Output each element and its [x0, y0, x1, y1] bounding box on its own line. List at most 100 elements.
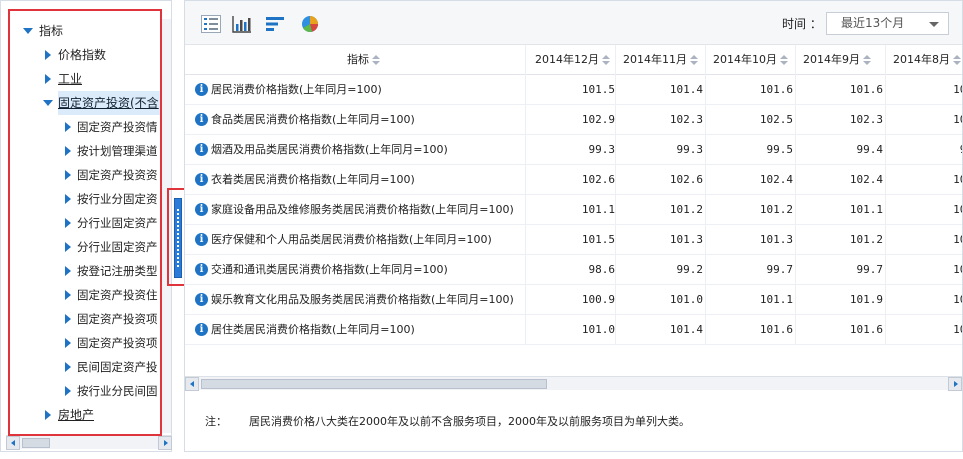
expanded-arrow-icon[interactable] — [23, 19, 33, 43]
note-label: 注： — [205, 415, 227, 428]
tree-item[interactable]: 房地产 — [1, 403, 161, 427]
collapsed-arrow-icon[interactable] — [43, 67, 53, 91]
table-cell-value: 99.3 — [676, 143, 704, 156]
info-icon[interactable]: i — [195, 143, 208, 156]
collapsed-arrow-icon[interactable] — [63, 115, 73, 139]
scroll-left-icon[interactable] — [6, 436, 20, 450]
scroll-thumb[interactable] — [201, 379, 547, 389]
collapsed-arrow-icon[interactable] — [63, 355, 73, 379]
tree-item[interactable]: 固定资产投资项 — [1, 331, 161, 355]
collapsed-arrow-icon[interactable] — [43, 403, 53, 427]
collapsed-arrow-icon[interactable] — [63, 211, 73, 235]
tree-item[interactable]: 指标 — [1, 19, 161, 43]
table-cell-value: 99.7 — [766, 263, 794, 276]
table-cell-value: 102.9 — [581, 113, 615, 126]
collapsed-arrow-icon[interactable] — [63, 139, 73, 163]
collapsed-arrow-icon[interactable] — [63, 259, 73, 283]
tree-vertical-scrollbar[interactable] — [162, 19, 171, 433]
table-cell-value: 99.5 — [766, 143, 794, 156]
horizontal-bar-icon[interactable] — [265, 15, 285, 33]
collapsed-arrow-icon[interactable] — [63, 331, 73, 355]
table-header-row: 指标 2014年12月 2014年11月 2014年10月 2014年9月 2014年8月 — [185, 45, 962, 75]
tree-item[interactable]: 固定资产投资情 — [1, 115, 161, 139]
table-icon[interactable] — [201, 15, 221, 33]
tree-item[interactable]: 按计划管理渠道 — [1, 139, 161, 163]
tree-item[interactable]: 按登记注册类型 — [1, 259, 161, 283]
sort-icon[interactable] — [602, 55, 610, 65]
info-icon[interactable]: i — [195, 233, 208, 246]
tree-item[interactable]: 工业 — [1, 67, 161, 91]
collapsed-arrow-icon[interactable] — [63, 283, 73, 307]
tree-item-label: 固定资产投资项 — [77, 312, 158, 326]
tree-item[interactable]: 按行业分固定资 — [1, 187, 161, 211]
tree-item[interactable]: 固定资产投资(不含 — [1, 91, 161, 115]
indicator-tree-panel: 指标 价格指数 工业 固定资产投资(不含 固定资产投资情 按计划管理渠道 固定资产投资资 按行… — [0, 0, 172, 452]
table-cell-value: 101 — [953, 203, 962, 216]
column-header-month[interactable]: 2014年11月 — [623, 45, 698, 75]
expanded-arrow-icon[interactable] — [43, 91, 53, 115]
column-header-month[interactable]: 2014年8月 — [893, 45, 961, 75]
sort-icon[interactable] — [863, 55, 871, 65]
table-row: i 烟酒及用品类居民消费价格指数(上年同月=100) 99.3 99.3 99.5 99.… — [185, 135, 962, 165]
sort-icon[interactable] — [780, 55, 788, 65]
collapsed-arrow-icon[interactable] — [63, 379, 73, 403]
column-header-month[interactable]: 2014年12月 — [535, 45, 610, 75]
scroll-right-icon[interactable] — [948, 377, 962, 391]
collapsed-arrow-icon[interactable] — [63, 187, 73, 211]
collapsed-arrow-icon[interactable] — [63, 163, 73, 187]
column-header-label: 2014年8月 — [893, 53, 950, 66]
table-cell-value: 101.2 — [669, 203, 703, 216]
scroll-thumb[interactable] — [22, 438, 50, 448]
table-cell-value: 102 — [953, 83, 962, 96]
tree-item[interactable]: 固定资产投资住 — [1, 283, 161, 307]
info-icon[interactable]: i — [195, 293, 208, 306]
tree-item[interactable]: 民间固定资产投 — [1, 355, 161, 379]
table-cell-value: 101.3 — [669, 233, 703, 246]
table-row: i 居住类居民消费价格指数(上年同月=100) 101.0 101.4 101.6 101… — [185, 315, 962, 345]
collapsed-arrow-icon[interactable] — [63, 307, 73, 331]
tree-item[interactable]: 固定资产投资项 — [1, 307, 161, 331]
column-divider — [525, 45, 526, 345]
collapsed-arrow-icon[interactable] — [63, 235, 73, 259]
info-icon[interactable]: i — [195, 263, 208, 276]
table-row: i 衣着类居民消费价格指数(上年同月=100) 102.6 102.6 102.4 102… — [185, 165, 962, 195]
column-divider — [885, 45, 886, 345]
table-cell-value: 101.0 — [669, 293, 703, 306]
scroll-right-icon[interactable] — [158, 436, 172, 450]
table-cell-value: 102.4 — [759, 173, 793, 186]
info-icon[interactable]: i — [195, 203, 208, 216]
tree-item[interactable]: 固定资产投资资 — [1, 163, 161, 187]
panel-splitter[interactable] — [174, 198, 182, 278]
sort-icon[interactable] — [372, 55, 380, 65]
time-range-select[interactable]: 最近13个月 — [826, 12, 949, 35]
info-icon[interactable]: i — [195, 173, 208, 186]
info-icon[interactable]: i — [195, 323, 208, 336]
tree-item[interactable]: 价格指数 — [1, 43, 161, 67]
tree-item[interactable]: 分行业固定资产 — [1, 235, 161, 259]
tree-item-label: 按行业分民间固 — [77, 384, 158, 398]
bar-chart-icon[interactable] — [232, 15, 252, 33]
table-cell-value: 102.5 — [759, 113, 793, 126]
row-indicator-name: 衣着类居民消费价格指数(上年同月=100) — [211, 173, 415, 186]
info-icon[interactable]: i — [195, 83, 208, 96]
table-cell-value: 99.3 — [588, 143, 616, 156]
scroll-left-icon[interactable] — [185, 377, 199, 391]
table-cell-value: 101.0 — [581, 323, 615, 336]
table-horizontal-scrollbar[interactable] — [185, 376, 962, 391]
indicator-tree: 指标 价格指数 工业 固定资产投资(不含 固定资产投资情 按计划管理渠道 固定资产投资资 按行… — [1, 19, 161, 427]
tree-item[interactable]: 按行业分民间固 — [1, 379, 161, 403]
pie-chart-icon[interactable] — [300, 15, 320, 33]
sort-icon[interactable] — [690, 55, 698, 65]
column-divider — [615, 45, 616, 345]
column-header-month[interactable]: 2014年10月 — [713, 45, 788, 75]
sort-icon[interactable] — [953, 55, 961, 65]
chevron-down-icon[interactable] — [929, 22, 939, 27]
info-icon[interactable]: i — [195, 113, 208, 126]
collapsed-arrow-icon[interactable] — [43, 43, 53, 67]
column-header-indicator[interactable]: 指标 — [347, 45, 380, 75]
tree-item[interactable]: 分行业固定资产 — [1, 211, 161, 235]
time-label: 时间 ： — [782, 17, 822, 31]
column-header-month[interactable]: 2014年9月 — [803, 45, 871, 75]
column-header-label: 2014年10月 — [713, 53, 777, 66]
tree-horizontal-scrollbar[interactable] — [6, 435, 172, 450]
